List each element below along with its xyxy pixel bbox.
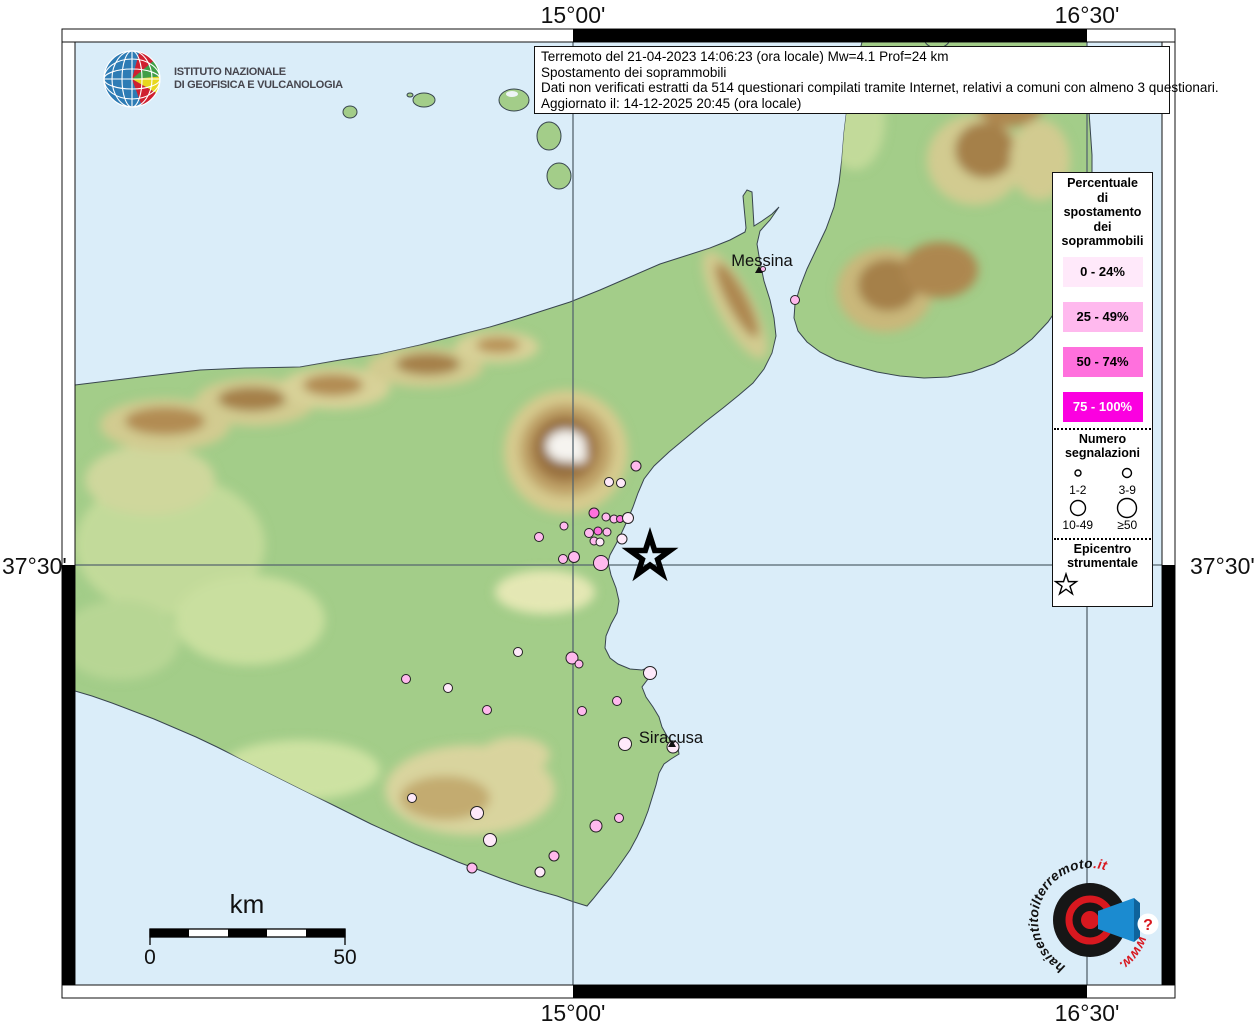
city-label: Messina — [731, 252, 792, 271]
axis-label-top-right: 16°30' — [1055, 2, 1120, 29]
event-datasource: Dati non verificati estratti da 514 ques… — [541, 80, 1163, 96]
felt-report-circle — [560, 522, 568, 530]
legend-swatch: 50 - 74% — [1063, 347, 1143, 377]
legend-size-label: ≥50 — [1103, 519, 1153, 532]
felt-report-circle — [559, 555, 568, 564]
event-title: Terremoto del 21-04-2023 14:06:23 (ora l… — [541, 49, 1163, 65]
legend-size-label: 10-49 — [1053, 519, 1103, 532]
felt-report-circle — [514, 648, 523, 657]
scalebar-unit: km — [230, 889, 265, 920]
ingv-name-line2: DI GEOFISICA E VULCANOLOGIA — [174, 79, 343, 93]
felt-report-circle — [617, 479, 626, 488]
event-updated: Aggiornato il: 14-12-2025 20:45 (ora loc… — [541, 96, 1163, 112]
ingv-name-line1: ISTITUTO NAZIONALE — [174, 66, 343, 80]
axis-label-right: 37°30' — [1190, 553, 1255, 580]
legend-swatches: 0 - 24% 25 - 49% 50 - 74% 75 - 100% — [1053, 257, 1152, 422]
legend-size-label: 3-9 — [1103, 484, 1153, 497]
felt-report-circle — [590, 820, 602, 832]
scalebar-end: 50 — [333, 946, 356, 970]
felt-report-circle — [589, 508, 599, 518]
legend-epicenter-title: Epicentro strumentale — [1053, 542, 1152, 570]
macroseismic-map-page: 15°00' 16°30' 15°00' 16°30' 37°30' 37°30… — [0, 0, 1255, 1024]
legend-size-item: 3-9 — [1103, 462, 1153, 497]
felt-report-circle — [569, 552, 580, 563]
felt-report-circle — [631, 461, 641, 471]
felt-report-circle — [594, 527, 602, 535]
event-effect: Spostamento dei soprammobili — [541, 65, 1163, 81]
question-mark: ? — [1143, 917, 1153, 934]
felt-report-circle — [617, 534, 627, 544]
legend-size-label: 1-2 — [1053, 484, 1103, 497]
count-circle-icon — [1070, 500, 1085, 515]
felt-report-circle — [615, 814, 624, 823]
count-circle-icon — [1123, 468, 1132, 477]
felt-report-circle — [535, 533, 544, 542]
felt-report-circle — [603, 528, 611, 536]
legend-size-item: 1-2 — [1053, 462, 1103, 497]
legend-divider — [1054, 538, 1151, 540]
felt-report-circle — [644, 667, 657, 680]
felt-report-circle — [613, 697, 622, 706]
epicenter-star-icon — [1053, 572, 1079, 598]
axis-label-bottom-left: 15°00' — [541, 1000, 606, 1024]
city-label: Siracusa — [639, 729, 703, 748]
felt-report-circle — [596, 538, 604, 546]
felt-report-circle — [575, 660, 583, 668]
ingv-globe-icon — [100, 47, 164, 111]
axis-label-bottom-right: 16°30' — [1055, 1000, 1120, 1024]
legend-title: Percentuale di spostamento dei soprammob… — [1053, 173, 1152, 249]
watermark-tld: .it — [1093, 856, 1109, 873]
ingv-logo: ISTITUTO NAZIONALE DI GEOFISICA E VULCAN… — [100, 47, 343, 111]
felt-report-circle — [605, 478, 614, 487]
legend-size-item: 10-49 — [1053, 497, 1103, 532]
legend-swatch: 75 - 100% — [1063, 392, 1143, 422]
count-circle-icon — [1075, 470, 1081, 476]
legend: Percentuale di spostamento dei soprammob… — [1052, 172, 1153, 607]
event-info-box: Terremoto del 21-04-2023 14:06:23 (ora l… — [534, 46, 1170, 114]
felt-report-circle — [619, 738, 632, 751]
felt-report-circle — [594, 556, 609, 571]
legend-swatch: 25 - 49% — [1063, 302, 1143, 332]
felt-report-circle — [585, 529, 594, 538]
haisentitoilterremoto-logo: ? haisentitoilterremoto.it www. — [1023, 848, 1173, 998]
felt-report-circle — [791, 296, 800, 305]
legend-divider — [1054, 428, 1151, 430]
felt-report-circle — [549, 851, 559, 861]
felt-report-circle — [402, 675, 411, 684]
legend-sizes: 1-23-9 10-49≥50 — [1053, 462, 1152, 532]
felt-report-circle — [623, 513, 634, 524]
felt-report-circle — [483, 706, 492, 715]
legend-size-item: ≥50 — [1103, 497, 1153, 532]
felt-report-circle — [578, 707, 587, 716]
scalebar-start: 0 — [144, 946, 156, 970]
axis-label-top-left: 15°00' — [541, 2, 606, 29]
felt-report-circle — [535, 867, 545, 877]
felt-report-circle — [484, 834, 497, 847]
legend-swatch: 0 - 24% — [1063, 257, 1143, 287]
felt-report-circle — [408, 794, 417, 803]
count-circle-icon — [1118, 498, 1137, 517]
legend-counts-title: Numero segnalazioni — [1053, 432, 1152, 460]
felt-report-circle — [467, 863, 477, 873]
felt-report-circle — [602, 513, 610, 521]
felt-report-circle — [444, 684, 453, 693]
felt-report-circle — [471, 807, 484, 820]
axis-label-left: 37°30' — [2, 553, 64, 580]
